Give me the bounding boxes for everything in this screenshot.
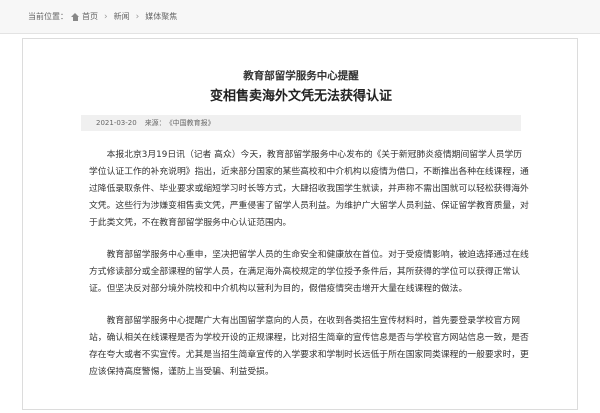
article-source: 《中国教育报》 (165, 119, 215, 127)
article-date: 2021-03-20 (96, 119, 137, 127)
article-source-label: 来源： (144, 119, 166, 127)
chevron-right-icon: › (135, 11, 140, 22)
home-icon (71, 12, 79, 21)
article-kicker: 教育部留学服务中心提醒 (243, 70, 359, 82)
article-body: 本报北京3月19日讯（记者 高众）今天，教育部留学服务中心发布的《关于新冠肺炎疫… (89, 147, 529, 396)
article-paragraph: 本报北京3月19日讯（记者 高众）今天，教育部留学服务中心发布的《关于新冠肺炎疫… (89, 150, 529, 228)
breadcrumb-home-link[interactable]: 首页 (82, 11, 98, 22)
breadcrumb-media-link[interactable]: 媒体聚焦 (145, 11, 177, 22)
breadcrumb-news-link[interactable]: 新闻 (114, 11, 130, 22)
chevron-right-icon: › (104, 11, 108, 22)
article-container: 教育部留学服务中心提醒 变相售卖海外文凭无法获得认证 2021-03-20 来源… (22, 38, 578, 410)
article-meta: 2021-03-20 来源： 《中国教育报》 (81, 115, 521, 131)
article-paragraph: 教育部留学服务中心重申，坚决把留学人员的生命安全和健康放在首位。对于受疫情影响，… (89, 250, 529, 294)
article-title: 变相售卖海外文凭无法获得认证 (209, 89, 392, 104)
page: 当前位置： 首页 › 新闻 › 媒体聚焦 教育部留学服务中心提醒 变相售卖海外文… (0, 0, 600, 413)
breadcrumb: 当前位置： 首页 › 新闻 › 媒体聚焦 (0, 0, 600, 34)
breadcrumb-prefix: 当前位置： (28, 12, 68, 21)
article-paragraph: 教育部留学服务中心提醒广大有出国留学意向的人员，在收到各类招生宣传材料时，首先要… (89, 316, 529, 377)
